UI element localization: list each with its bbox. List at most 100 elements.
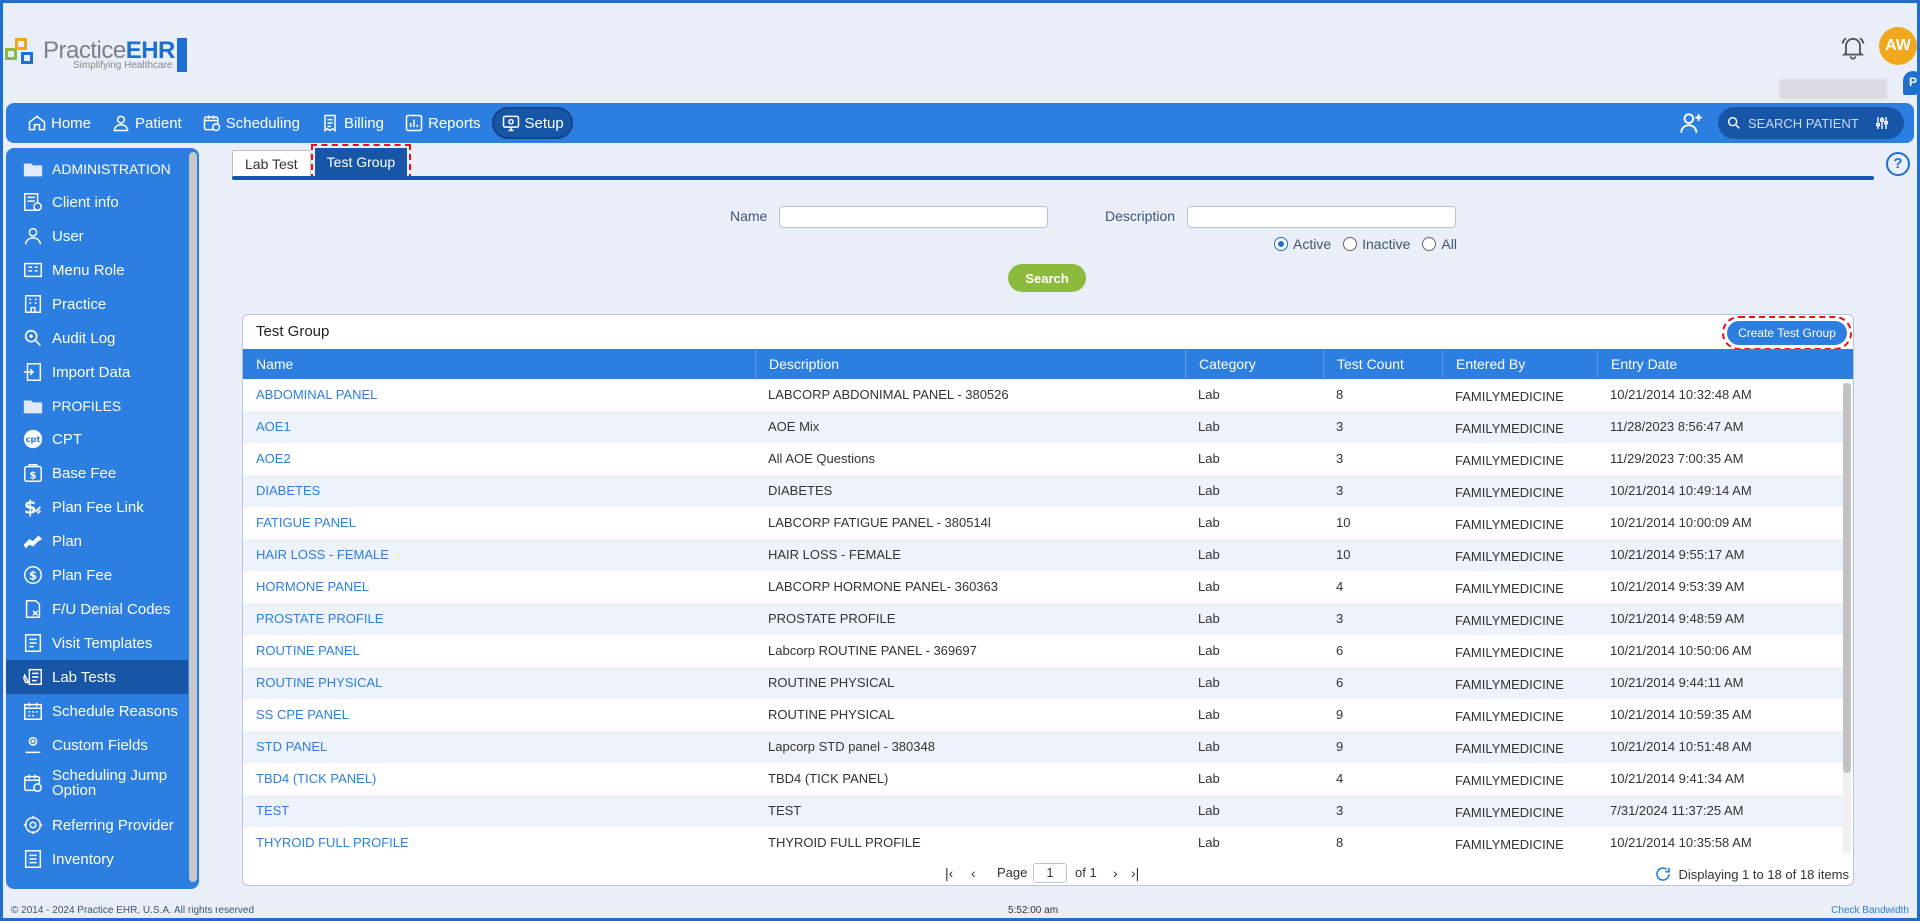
table-row[interactable]: SS CPE PANEL ROUTINE PHYSICAL Lab 9 FAMILYME…	[243, 699, 1843, 731]
radio-button	[1422, 237, 1437, 251]
cell-name[interactable]: DIABETES	[243, 475, 320, 507]
copyright-text: © 2014 - 2024 Practice EHR, U.S.A. All r…	[11, 905, 255, 916]
sidebar-item-referring-provider[interactable]: Referring Provider	[6, 808, 188, 842]
cell-name[interactable]: TEST	[243, 795, 289, 827]
tab-test-group[interactable]: Test Group	[310, 144, 412, 180]
search-button[interactable]: Search	[1008, 264, 1086, 292]
table-row[interactable]: HORMONE PANEL LABCORP HORMONE PANEL- 3603…	[243, 571, 1843, 603]
base-fee-icon: $	[24, 464, 42, 482]
nav-home[interactable]: Home	[18, 107, 100, 139]
cell-category: Lab	[1198, 675, 1220, 690]
table-row[interactable]: FATIGUE PANEL LABCORP FATIGUE PANEL - 380…	[243, 507, 1843, 539]
page-number-input[interactable]: 1	[1033, 863, 1067, 883]
sidebar-section-administration[interactable]: ADMINISTRATION	[6, 152, 188, 186]
add-patient-icon[interactable]	[1678, 110, 1704, 136]
name-filter-label: Name	[730, 208, 768, 224]
nav-reports[interactable]: Reports	[395, 107, 490, 139]
sidebar-item-cpt[interactable]: cpt CPT	[6, 422, 188, 456]
sidebar-item-client-info[interactable]: Client info	[6, 185, 188, 219]
logo-mark-icon	[5, 38, 39, 72]
cell-entered-by: FAMILYMEDICINE	[1455, 805, 1564, 820]
table-row[interactable]: DIABETES DIABETES Lab 3 FAMILYMEDICINE 10/21/…	[243, 475, 1843, 507]
sidebar-item-inventory[interactable]: Inventory	[6, 842, 188, 876]
nav-scheduling[interactable]: Scheduling	[193, 107, 309, 139]
name-filter-input[interactable]	[779, 206, 1048, 228]
sidebar-item-custom-fields[interactable]: Custom Fields	[6, 728, 188, 762]
cell-entry-date: 10/21/2014 9:48:59 AM	[1610, 611, 1745, 626]
column-header-description[interactable]: Description	[755, 349, 1185, 379]
sidebar-item-base-fee[interactable]: $ Base Fee	[6, 456, 188, 490]
table-row[interactable]: ROUTINE PHYSICAL ROUTINE PHYSICAL Lab 6 FAMI…	[243, 667, 1843, 699]
column-header-category[interactable]: Category	[1185, 349, 1323, 379]
radio-active[interactable]: Active	[1274, 236, 1331, 252]
sidebar-item-user[interactable]: User	[6, 219, 188, 253]
table-row[interactable]: AOE1 AOE Mix Lab 3 FAMILYMEDICINE 11/28/2023 …	[243, 411, 1843, 443]
table-row[interactable]: THYROID FULL PROFILE THYROID FULL PROFILE…	[243, 827, 1843, 857]
table-row[interactable]: STD PANEL Lapcorp STD panel - 380348 Lab 9 F…	[243, 731, 1843, 763]
sidebar-item-fu-denial-codes[interactable]: F/U Denial Codes	[6, 592, 188, 626]
sidebar-item-plan-fee[interactable]: $ Plan Fee	[6, 558, 188, 592]
first-page-icon[interactable]: |‹	[945, 865, 953, 881]
table-row[interactable]: ABDOMINAL PANEL LABCORP ABDONIMAL PANEL -…	[243, 379, 1843, 411]
table-row[interactable]: TBD4 (TICK PANEL) TBD4 (TICK PANEL) Lab 4 FA…	[243, 763, 1843, 795]
sidebar-item-plan-fee-link[interactable]: $ Plan Fee Link	[6, 490, 188, 524]
cell-category: Lab	[1198, 419, 1220, 434]
grid-scrollbar[interactable]	[1843, 383, 1851, 853]
cell-name[interactable]: HAIR LOSS - FEMALE	[243, 539, 389, 571]
patient-search-input[interactable]: SEARCH PATIENT	[1718, 107, 1904, 139]
table-row[interactable]: TEST TEST Lab 3 FAMILYMEDICINE 7/31/2024 11:3…	[243, 795, 1843, 827]
notification-bell-icon[interactable]	[1839, 33, 1867, 61]
cell-name[interactable]: FATIGUE PANEL	[243, 507, 356, 539]
cell-name[interactable]: PROSTATE PROFILE	[243, 603, 383, 635]
cell-description: HAIR LOSS - FEMALE	[768, 547, 901, 562]
table-row[interactable]: HAIR LOSS - FEMALE HAIR LOSS - FEMALE Lab 1…	[243, 539, 1843, 571]
radio-all[interactable]: All	[1422, 236, 1457, 252]
user-avatar[interactable]: AW	[1879, 27, 1917, 65]
sidebar-item-menu-role[interactable]: Menu Role	[6, 253, 188, 287]
practice-pin-badge[interactable]: P	[1903, 71, 1920, 95]
column-header-test-count[interactable]: Test Count	[1323, 349, 1442, 379]
sidebar-item-scheduling-jump-option[interactable]: Scheduling Jump Option	[6, 762, 188, 804]
nav-billing[interactable]: Billing	[311, 107, 393, 139]
prev-page-icon[interactable]: ‹	[971, 865, 976, 881]
search-filter-icon[interactable]	[1874, 115, 1890, 131]
column-header-name[interactable]: Name	[243, 349, 755, 379]
sidebar-item-schedule-reasons[interactable]: Schedule Reasons	[6, 694, 188, 728]
column-header-entry-date[interactable]: Entry Date	[1597, 349, 1853, 379]
cell-name[interactable]: ROUTINE PHYSICAL	[243, 667, 382, 699]
sidebar-section-profiles[interactable]: PROFILES	[6, 389, 188, 423]
cell-name[interactable]: STD PANEL	[243, 731, 327, 763]
table-row[interactable]: PROSTATE PROFILE PROSTATE PROFILE Lab 3 FAMI…	[243, 603, 1843, 635]
help-icon[interactable]: ?	[1886, 152, 1910, 176]
refresh-icon[interactable]	[1654, 865, 1672, 883]
cell-name[interactable]: AOE1	[243, 411, 291, 443]
sidebar-item-audit-log[interactable]: Audit Log	[6, 321, 188, 355]
cell-name[interactable]: SS CPE PANEL	[243, 699, 349, 731]
sidebar-item-plan[interactable]: Plan	[6, 524, 188, 558]
cell-name[interactable]: ROUTINE PANEL	[243, 635, 360, 667]
sidebar-item-lab-tests[interactable]: Lab Tests	[6, 660, 188, 694]
nav-setup[interactable]: Setup	[491, 107, 573, 139]
sidebar-item-import-data[interactable]: Import Data	[6, 355, 188, 389]
description-filter-input[interactable]	[1187, 206, 1456, 228]
check-bandwidth-link[interactable]: Check Bandwidth	[1831, 905, 1909, 916]
cell-name[interactable]: AOE2	[243, 443, 291, 475]
cell-name[interactable]: HORMONE PANEL	[243, 571, 369, 603]
radio-inactive[interactable]: Inactive	[1343, 236, 1410, 252]
cell-name[interactable]: THYROID FULL PROFILE	[243, 827, 409, 857]
table-row[interactable]: AOE2 All AOE Questions Lab 3 FAMILYMEDICINE 1…	[243, 443, 1843, 475]
cell-name[interactable]: ABDOMINAL PANEL	[243, 379, 377, 411]
sidebar-item-practice[interactable]: Practice	[6, 287, 188, 321]
practiceehr-logo[interactable]: PracticeEHR Simplifying Healthcare	[5, 33, 187, 77]
sidebar-scrollbar[interactable]	[189, 152, 197, 882]
next-page-icon[interactable]: ›	[1113, 865, 1118, 881]
sidebar-item-visit-templates[interactable]: Visit Templates	[6, 626, 188, 660]
cell-name[interactable]: TBD4 (TICK PANEL)	[243, 763, 376, 795]
nav-patient[interactable]: Patient	[102, 107, 191, 139]
table-row[interactable]: ROUTINE PANEL Labcorp ROUTINE PANEL - 369…	[243, 635, 1843, 667]
grid-scrollbar-thumb[interactable]	[1843, 383, 1851, 773]
last-page-icon[interactable]: ›|	[1131, 865, 1139, 881]
column-header-entered-by[interactable]: Entered By	[1442, 349, 1597, 379]
create-test-group-button[interactable]: Create Test Group	[1722, 316, 1852, 350]
tab-lab-test[interactable]: Lab Test	[232, 150, 311, 178]
